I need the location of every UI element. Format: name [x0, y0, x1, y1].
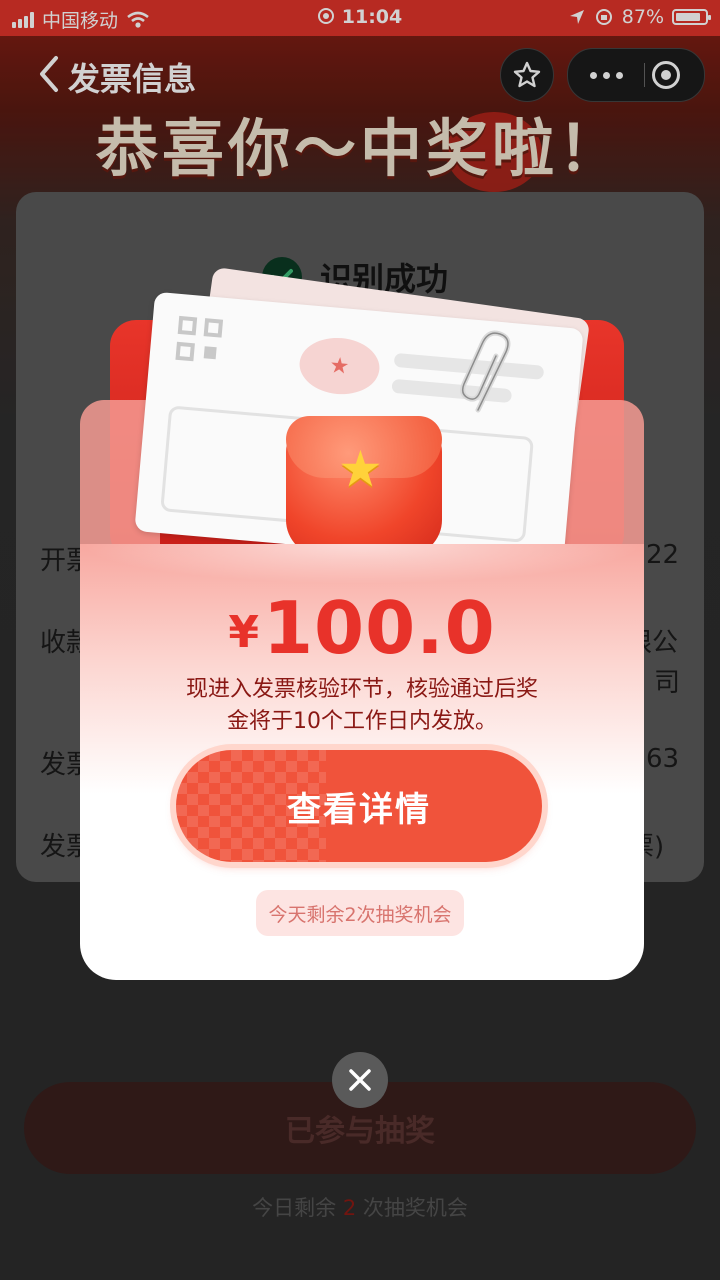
paperclip-icon: [460, 330, 511, 413]
description-line: 金将于10个工作日内发放。: [227, 709, 497, 734]
prize-amount: ¥100.0: [80, 586, 644, 670]
gold-star-icon: ★: [338, 440, 383, 498]
verification-description: 现进入发票核验环节，核验通过后奖 金将于10个工作日内发放。: [140, 674, 584, 738]
view-details-button[interactable]: 查看详情: [176, 750, 542, 862]
stamp-icon: ★: [297, 334, 382, 398]
view-details-label: 查看详情: [287, 789, 431, 830]
prize-modal: ★ ★ ¥100.0 现进入发票核验环节，核验通过后奖 金将于10个工作日内发放…: [80, 266, 644, 980]
remaining-chances-badge: 今天剩余2次抽奖机会: [256, 890, 464, 936]
currency-symbol: ¥: [228, 607, 259, 658]
red-packet-icon: ★: [286, 416, 442, 556]
qr-code-icon: [175, 315, 225, 366]
envelope-front: ¥100.0 现进入发票核验环节，核验通过后奖 金将于10个工作日内发放。 查看…: [80, 544, 644, 980]
modal-close-button[interactable]: [332, 1052, 388, 1108]
close-icon: [349, 1069, 371, 1091]
amount-value: 100.0: [262, 586, 496, 670]
description-line: 现进入发票核验环节，核验通过后奖: [185, 677, 538, 702]
